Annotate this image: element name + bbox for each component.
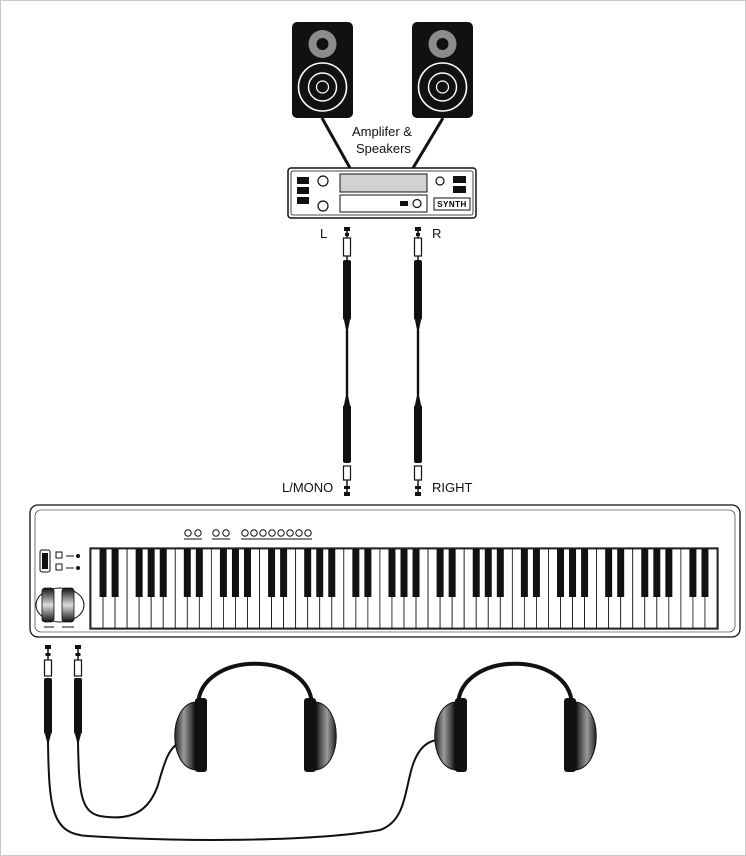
black-key xyxy=(159,549,167,597)
black-key xyxy=(304,549,312,597)
pitch-wheel xyxy=(41,587,55,623)
keyboard-icon xyxy=(29,504,741,638)
left-output-cable xyxy=(342,227,352,496)
connection-diagram: SYNTH Amplifer & Speakers L R L/MONO RIG… xyxy=(0,0,746,856)
black-key xyxy=(400,549,408,597)
right-input-label: R xyxy=(432,226,442,241)
amp-caption-line1: Amplifer & xyxy=(352,124,412,139)
black-key xyxy=(472,549,480,597)
black-key xyxy=(532,549,540,597)
amp-brand-label: SYNTH xyxy=(437,200,467,209)
black-key xyxy=(557,549,564,597)
headphone-jack-right xyxy=(73,645,83,742)
black-key xyxy=(219,549,227,597)
black-key xyxy=(605,549,613,597)
black-key xyxy=(665,549,673,597)
black-key xyxy=(268,549,276,597)
headphone-cables xyxy=(47,739,438,841)
black-key xyxy=(316,549,324,597)
right-output-cable xyxy=(413,227,423,496)
piano-keys xyxy=(90,548,718,629)
black-key xyxy=(328,549,336,597)
black-key xyxy=(689,549,697,597)
black-key xyxy=(641,549,649,597)
headphones-icon xyxy=(434,661,597,772)
left-output-label: L/MONO xyxy=(282,480,334,495)
black-key xyxy=(183,549,191,597)
black-key xyxy=(147,549,155,597)
black-key xyxy=(99,549,107,597)
black-key xyxy=(569,549,577,597)
black-key xyxy=(111,549,119,597)
black-key xyxy=(653,549,661,597)
black-key xyxy=(231,549,239,597)
black-key xyxy=(617,549,625,597)
black-key xyxy=(412,549,420,597)
black-key xyxy=(388,549,396,597)
right-speaker-wire xyxy=(411,117,445,169)
black-key xyxy=(244,549,251,597)
amp-caption-line2: Speakers xyxy=(356,141,411,156)
left-speaker-icon xyxy=(292,22,353,118)
left-speaker-wire xyxy=(320,117,352,169)
right-output-label: RIGHT xyxy=(432,480,473,495)
black-key xyxy=(352,549,360,597)
black-key xyxy=(701,549,709,597)
black-key xyxy=(448,549,456,597)
mod-wheel xyxy=(61,587,75,623)
amplifier-icon: SYNTH xyxy=(287,167,477,219)
black-key xyxy=(484,549,492,597)
black-key xyxy=(195,549,203,597)
black-key xyxy=(280,549,288,597)
right-speaker-icon xyxy=(412,22,473,118)
left-input-label: L xyxy=(320,226,328,241)
headphone-jack-left xyxy=(43,645,53,742)
black-key xyxy=(436,549,444,597)
black-key xyxy=(496,549,504,597)
black-key xyxy=(581,549,589,597)
black-key xyxy=(135,549,143,597)
headphones-icon xyxy=(174,661,337,772)
black-key xyxy=(364,549,372,597)
black-key xyxy=(520,549,528,597)
